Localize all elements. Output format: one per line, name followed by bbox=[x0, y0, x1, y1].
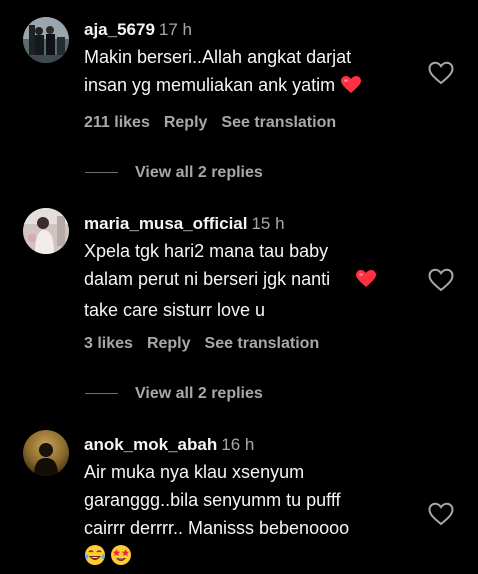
view-replies-button[interactable]: View all 2 replies bbox=[85, 164, 263, 182]
avatar[interactable] bbox=[23, 208, 69, 254]
avatar[interactable] bbox=[23, 430, 69, 476]
likes-count[interactable]: 211 likes bbox=[84, 114, 150, 131]
comment-text: Xpela tgk hari2 mana tau baby dalam peru… bbox=[84, 237, 414, 324]
star-struck-emoji bbox=[110, 544, 132, 574]
view-replies-button[interactable]: View all 2 replies bbox=[85, 385, 263, 403]
comment-username[interactable]: maria_musa_official bbox=[84, 214, 247, 233]
comment-text: Makin berseri..Allah angkat darjat insan… bbox=[84, 43, 414, 102]
comment-text: Air muka nya klau xsenyum garanggg..bila… bbox=[84, 458, 414, 574]
reply-button[interactable]: Reply bbox=[147, 335, 191, 352]
divider-line bbox=[85, 393, 118, 395]
reply-button[interactable]: Reply bbox=[164, 114, 208, 131]
comment-username[interactable]: aja_5679 bbox=[84, 20, 155, 39]
see-translation-button[interactable]: See translation bbox=[221, 114, 336, 131]
avatar[interactable] bbox=[23, 17, 69, 63]
comment-timestamp: 16 h bbox=[221, 435, 255, 454]
like-heart-icon[interactable] bbox=[428, 502, 454, 526]
divider-line bbox=[85, 172, 118, 174]
red-heart-emoji bbox=[356, 268, 377, 296]
likes-count[interactable]: 3 likes bbox=[84, 335, 133, 352]
red-heart-emoji bbox=[341, 74, 362, 102]
comment-username[interactable]: anok_mok_abah bbox=[84, 435, 217, 454]
like-heart-icon[interactable] bbox=[428, 268, 454, 292]
see-translation-button[interactable]: See translation bbox=[205, 335, 320, 352]
tears-of-joy-emoji bbox=[84, 544, 106, 574]
like-heart-icon[interactable] bbox=[428, 61, 454, 85]
comment-timestamp: 15 h bbox=[251, 214, 285, 233]
comment-timestamp: 17 h bbox=[158, 20, 192, 39]
